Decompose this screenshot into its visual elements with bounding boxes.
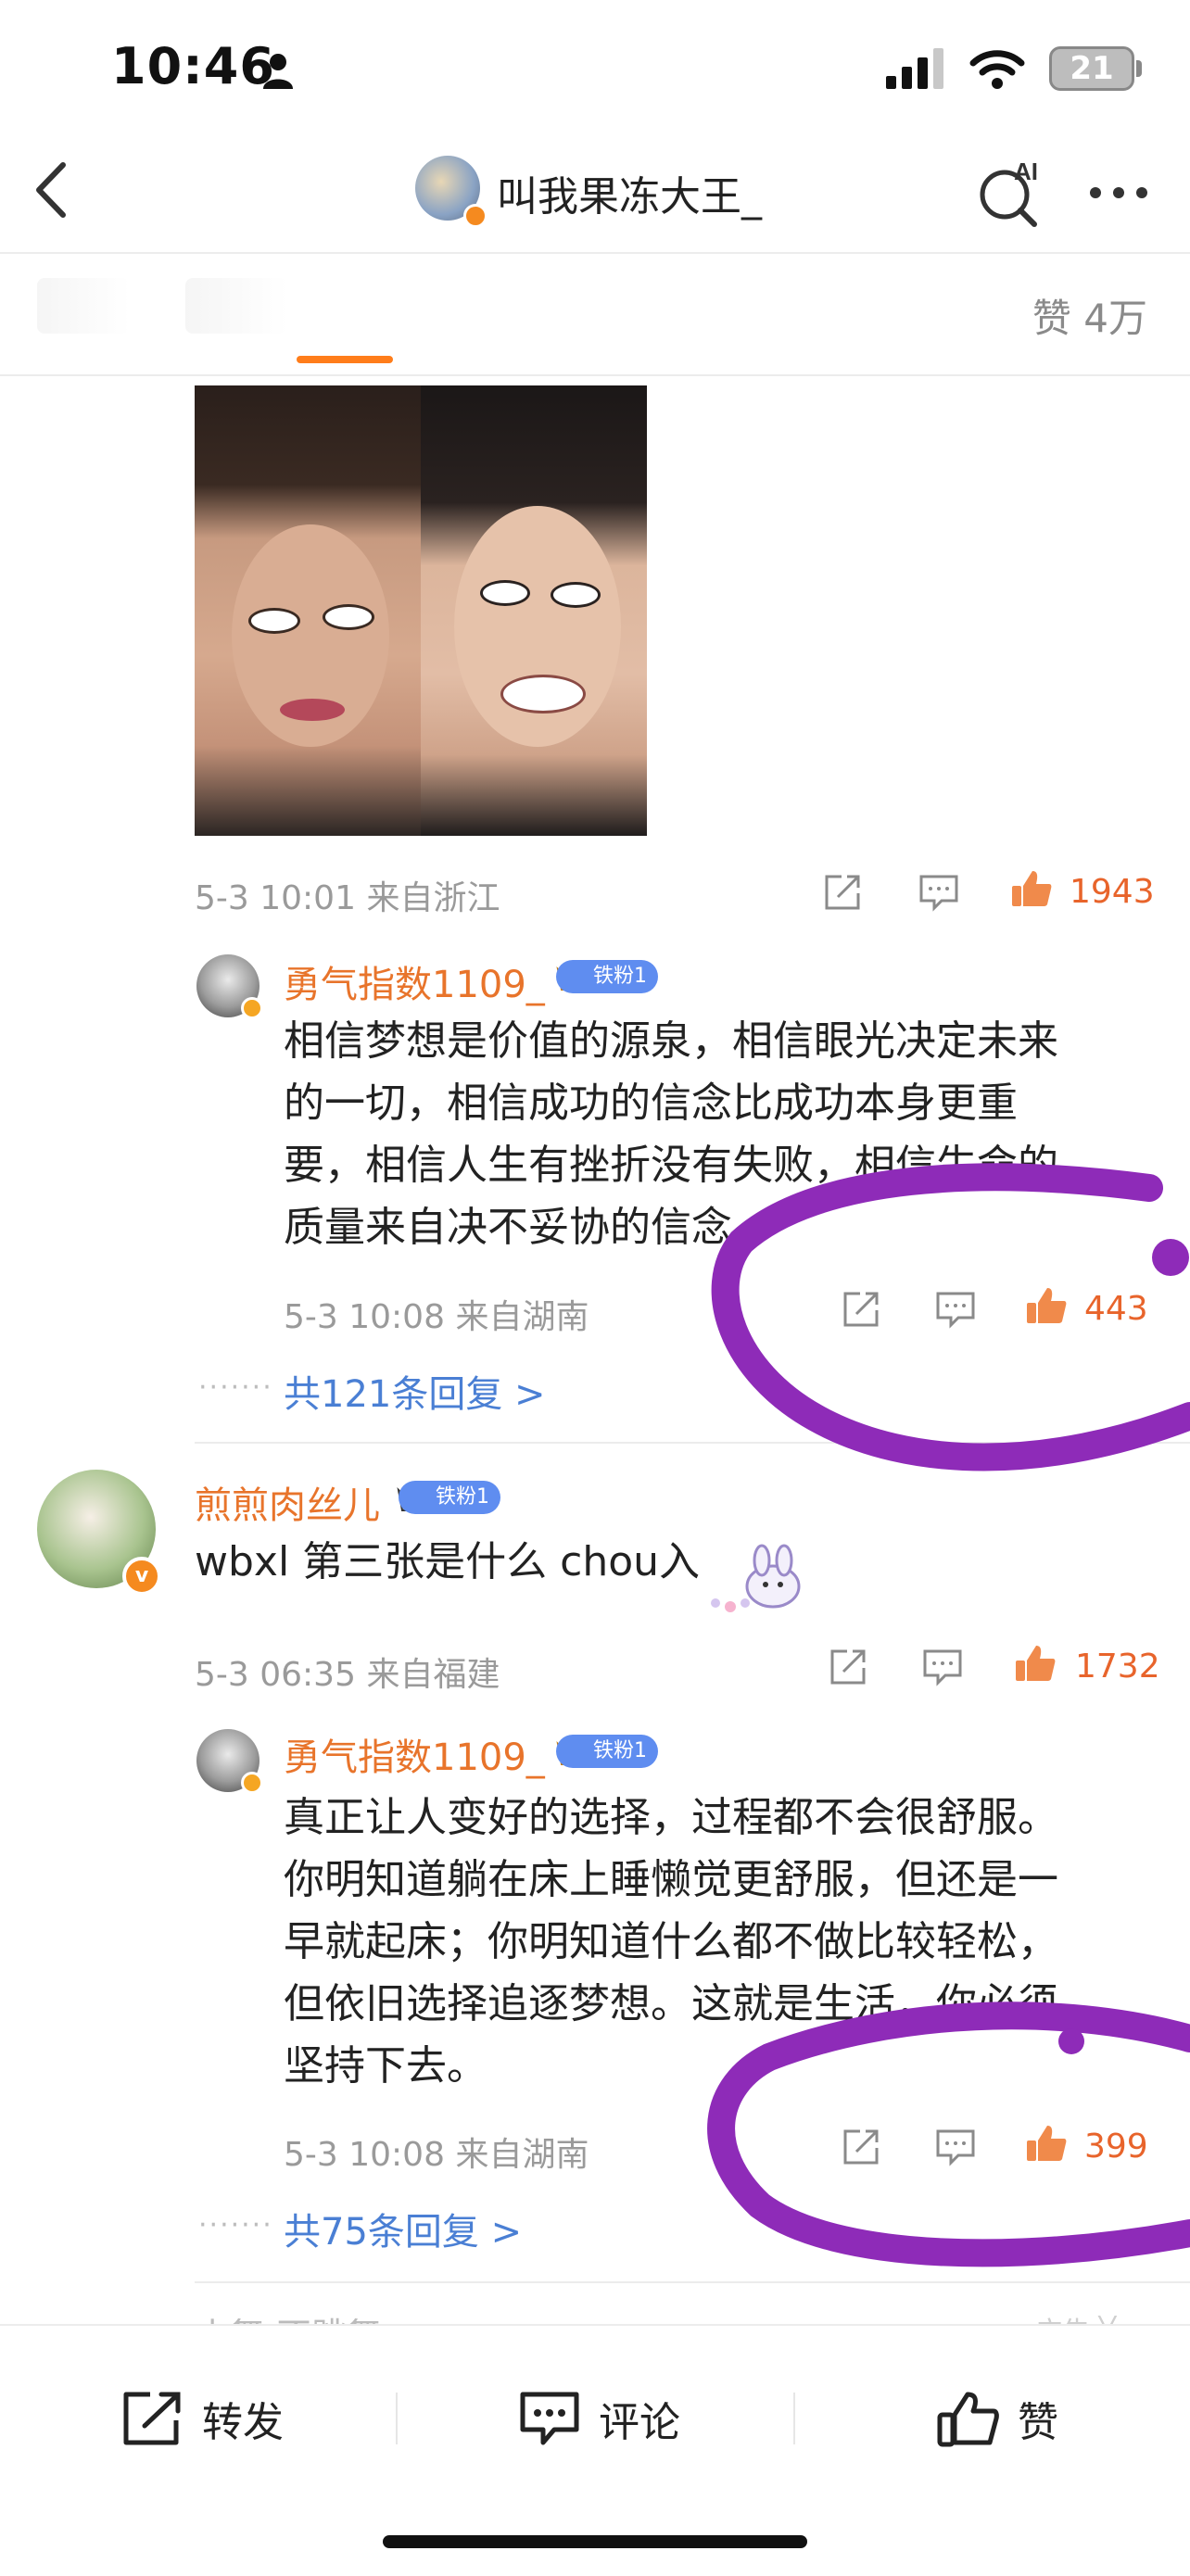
- like-label: 赞: [1018, 2399, 1058, 2446]
- like-icon[interactable]: [1025, 1284, 1068, 1327]
- reply-location: 来自湖南: [455, 1298, 589, 1336]
- person-icon: [263, 54, 293, 89]
- comment-image[interactable]: [195, 385, 647, 836]
- bar-separator: [396, 2393, 398, 2444]
- reply-line: 的一切，相信成功的信念比成功本身更重: [284, 1080, 1018, 1127]
- share-icon[interactable]: [821, 871, 864, 914]
- reply-line: 真正让人变好的选择，过程都不会很舒服。: [284, 1794, 1058, 1841]
- reply-line: 质量来自决不妥协的信念。: [284, 1204, 773, 1251]
- reply-text: 相信梦想是价值的源泉，相信眼光决定未来 的一切，相信成功的信念比成功本身更重 要…: [284, 1010, 1058, 1258]
- image-right-face: [421, 385, 647, 836]
- thumbs-up-icon: [937, 2392, 999, 2447]
- image-left-face: [195, 385, 421, 836]
- comment-bubble-icon: [520, 2392, 579, 2445]
- svg-text:AI: AI: [1014, 158, 1038, 185]
- active-tab-indicator: [297, 356, 393, 363]
- reply-line: 早就起床；你明知道什么都不做比较轻松，: [284, 1918, 1058, 1965]
- home-indicator[interactable]: [383, 2535, 807, 2548]
- status-time: 10:46: [111, 37, 275, 95]
- reply-date: 5-3 10:08: [284, 2136, 445, 2174]
- verified-badge-icon: [241, 1772, 263, 1794]
- bunny-sticker-icon: [711, 1544, 801, 1612]
- comment-meta: 5-3 06:35 来自福建: [195, 1648, 500, 1696]
- wifi-icon: [969, 50, 1025, 89]
- more-replies-link[interactable]: 共121条回复 >: [284, 1364, 546, 1418]
- battery-indicator: 21: [1049, 46, 1142, 91]
- share-icon[interactable]: [827, 1646, 869, 1688]
- verified-badge-icon: v: [122, 1557, 161, 1596]
- more-icon[interactable]: [1086, 183, 1151, 202]
- verified-badge-icon: [463, 204, 487, 228]
- post-location: 来自浙江: [366, 879, 500, 917]
- reply-location: 来自湖南: [455, 2136, 589, 2174]
- more-replies-link[interactable]: 共75条回复 >: [284, 2202, 522, 2255]
- comment-text: wbxl 第三张是什么 chou入: [195, 1538, 701, 1585]
- repost-label: 转发: [202, 2399, 284, 2446]
- reply-meta: 5-3 10:08 来自湖南: [284, 2128, 589, 2176]
- like-icon[interactable]: [1010, 867, 1053, 910]
- reply-username[interactable]: 勇气指数1109_: [284, 954, 545, 1008]
- reply-date: 5-3 10:08: [284, 1298, 445, 1336]
- reply-dots: ·······: [198, 2209, 273, 2241]
- reply-username[interactable]: 勇气指数1109_: [284, 1727, 545, 1781]
- tab-placeholder[interactable]: [185, 278, 287, 334]
- back-icon[interactable]: [28, 158, 74, 222]
- bar-separator: [793, 2393, 795, 2444]
- status-indicators: 21: [886, 41, 1142, 96]
- reply-line: 坚持下去。: [284, 2042, 487, 2090]
- tabs-divider: [0, 374, 1190, 376]
- comment-label: 评论: [599, 2399, 680, 2446]
- repost-icon: [123, 2392, 181, 2445]
- comment-like-count[interactable]: 1732: [1075, 1648, 1160, 1686]
- comment-icon[interactable]: [921, 1646, 964, 1688]
- comment-username[interactable]: 煎煎肉丝儿: [195, 1475, 380, 1529]
- comment-divider: [195, 2281, 1190, 2283]
- verified-badge-icon: [241, 997, 263, 1019]
- reply-line: 要，相信人生有挫折没有失败，相信生命的: [284, 1142, 1058, 1189]
- repost-button[interactable]: 转发: [120, 2381, 284, 2456]
- reply-line: 但依旧选择追逐梦想。这就是生活，你必须: [284, 1980, 1058, 2027]
- comment-icon[interactable]: [918, 871, 960, 914]
- like-icon[interactable]: [1025, 2122, 1068, 2165]
- reply-meta: 5-3 10:08 来自湖南: [284, 1290, 589, 1338]
- fan-badge: 铁粉1: [399, 1481, 500, 1514]
- reply-text: 真正让人变好的选择，过程都不会很舒服。 你明知道躺在床上睡懒觉更舒服，但还是一 …: [284, 1787, 1058, 2097]
- nav-divider: [0, 252, 1190, 254]
- signal-icon: [886, 48, 943, 89]
- reply-like-count[interactable]: 443: [1084, 1290, 1148, 1328]
- comment-location: 来自福建: [366, 1656, 500, 1694]
- tab-placeholder[interactable]: [37, 278, 130, 334]
- reply-dots: ·······: [198, 1371, 273, 1404]
- reply-like-count[interactable]: 399: [1084, 2128, 1148, 2166]
- like-button[interactable]: 赞: [936, 2381, 1058, 2456]
- comment-icon[interactable]: [934, 1288, 977, 1331]
- comment-button[interactable]: 评论: [517, 2381, 680, 2456]
- page-title[interactable]: 叫我果冻大王_: [497, 163, 762, 222]
- fan-badge: 铁粉1: [556, 1735, 658, 1768]
- comment-divider: [195, 1442, 1190, 1444]
- ai-search-icon[interactable]: AI: [973, 156, 1047, 230]
- comment-icon[interactable]: [934, 2126, 977, 2168]
- post-meta: 5-3 10:01 来自浙江: [195, 871, 500, 919]
- like-icon[interactable]: [1014, 1642, 1057, 1685]
- likes-total[interactable]: 赞 4万: [1032, 287, 1147, 344]
- fan-badge: 铁粉1: [556, 960, 658, 993]
- reply-line: 相信梦想是价值的源泉，相信眼光决定未来: [284, 1017, 1058, 1065]
- share-icon[interactable]: [840, 1288, 882, 1331]
- comment-date: 5-3 06:35: [195, 1656, 356, 1694]
- post-date: 5-3 10:01: [195, 879, 356, 917]
- post-like-count[interactable]: 1943: [1070, 873, 1155, 911]
- reply-line: 你明知道躺在床上睡懒觉更舒服，但还是一: [284, 1856, 1058, 1903]
- share-icon[interactable]: [840, 2126, 882, 2168]
